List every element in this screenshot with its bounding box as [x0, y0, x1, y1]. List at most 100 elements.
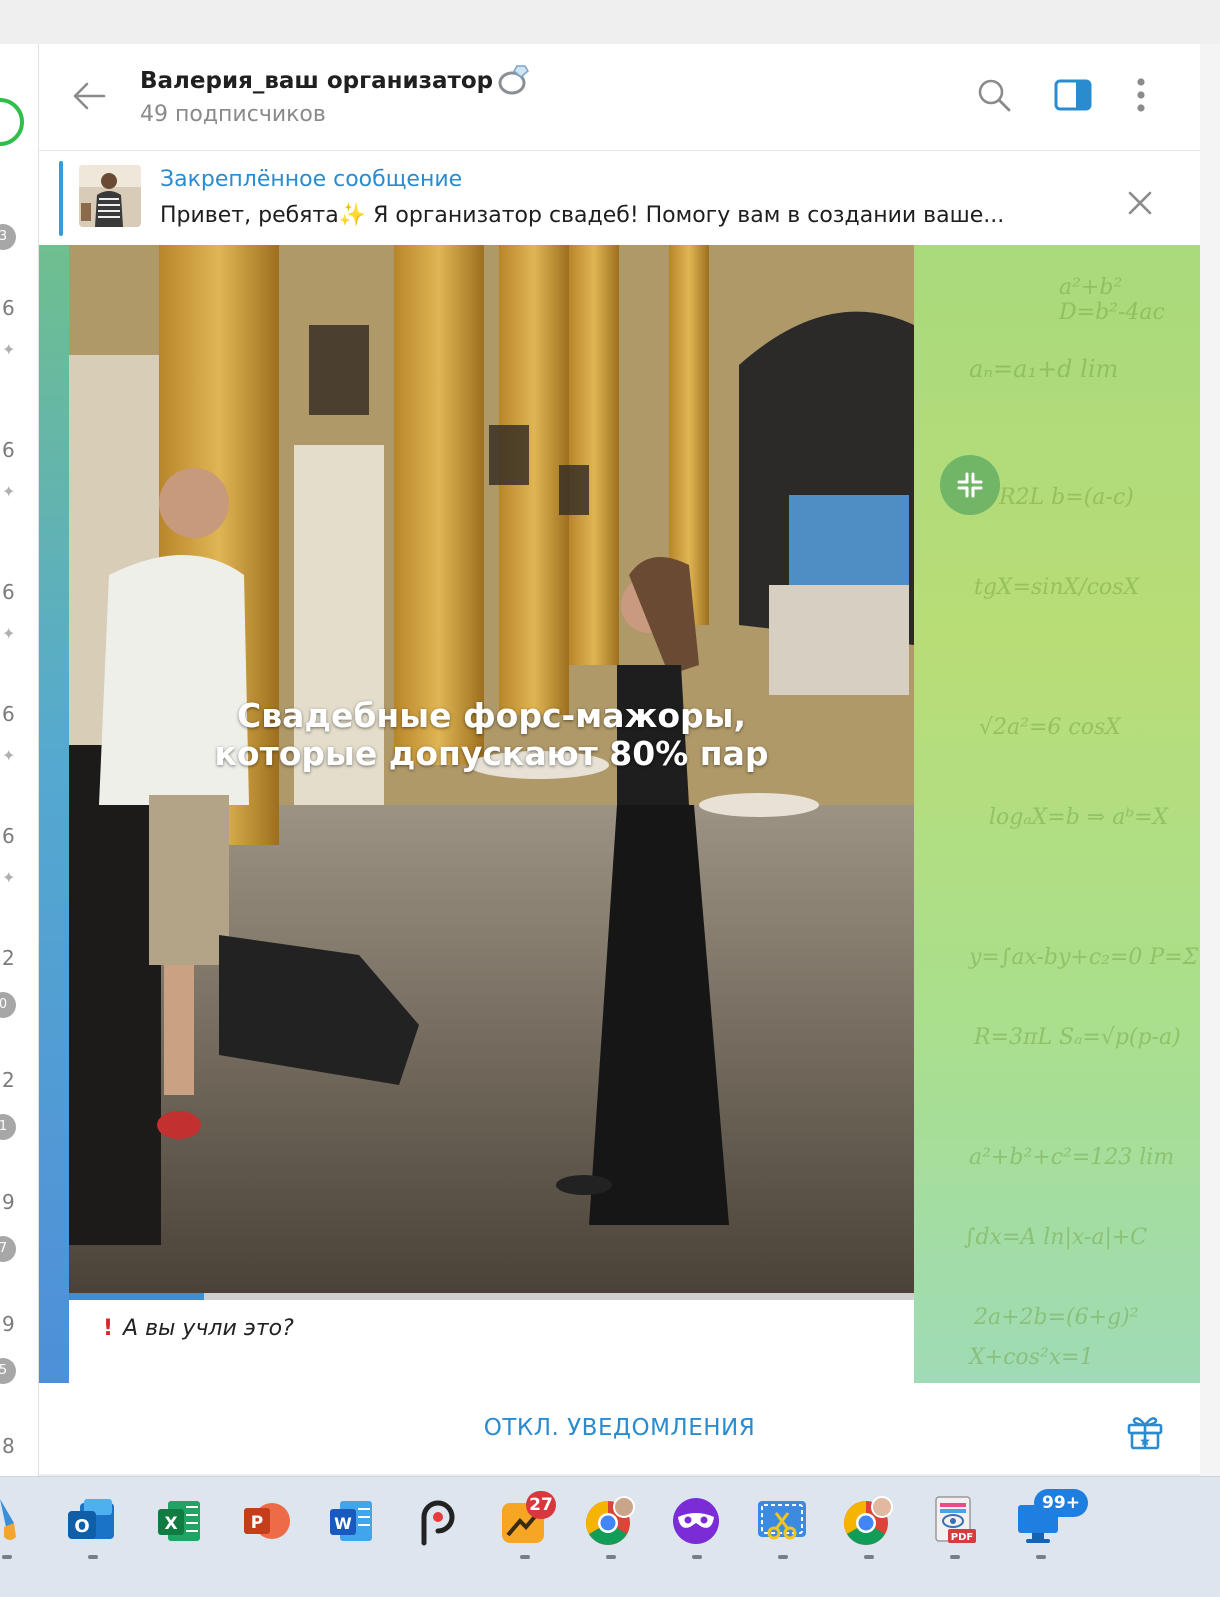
scissors-icon	[758, 1501, 806, 1540]
excel-icon: X	[158, 1501, 200, 1541]
back-arrow-icon	[73, 82, 106, 110]
message-text: А вы учли это?	[123, 1316, 294, 1341]
svg-text:PDF: PDF	[951, 1532, 973, 1543]
notification-badge: 27	[526, 1491, 556, 1519]
background-left-strip	[39, 245, 69, 1383]
gift-icon	[1127, 1417, 1163, 1450]
taskbar: O X P W 27 PDF 99+	[0, 1476, 1220, 1597]
unread-badge: 7	[0, 1236, 16, 1262]
pin-icon: ✦	[2, 340, 16, 359]
taskbar-vpn-app[interactable]	[668, 1493, 724, 1549]
close-icon	[1128, 191, 1152, 215]
doodle: √2a²=6 cosX	[979, 715, 1121, 740]
running-indicator	[864, 1555, 874, 1559]
running-indicator	[1036, 1555, 1046, 1559]
unread-badge: 3	[0, 224, 16, 250]
running-indicator	[606, 1555, 616, 1559]
taskbar-picsart[interactable]	[410, 1493, 466, 1549]
chat-time: 6	[2, 438, 15, 462]
sidebar-toggle-button[interactable]	[1052, 74, 1094, 116]
svg-text:X: X	[164, 1514, 177, 1534]
doodle: X+cos²x=1	[969, 1345, 1094, 1370]
sparkles-icon: ✨	[338, 203, 367, 228]
chat-list-avatar[interactable]	[0, 98, 24, 146]
running-indicator	[778, 1555, 788, 1559]
sidebar-toggle-icon	[1054, 79, 1092, 111]
doodle: R2L b=(a-c)	[999, 485, 1134, 510]
taskbar-powerpoint[interactable]: P	[238, 1493, 294, 1549]
video-progress-bar[interactable]	[69, 1293, 914, 1300]
running-indicator	[950, 1555, 960, 1559]
chat-time: 6	[2, 580, 15, 604]
taskbar-chrome-profile-1[interactable]	[582, 1493, 638, 1549]
unread-badge: 0	[0, 992, 16, 1018]
chat-list-pane[interactable]: 3 6 ✦ 6 ✦ 6 ✦ 6 ✦ 6 ✦ 2 0 2 1 9 7 9 5 8	[0, 44, 39, 1500]
chat-time: 6	[2, 702, 15, 726]
chat-time: 2	[2, 1068, 15, 1092]
taskbar-word[interactable]: W	[324, 1493, 380, 1549]
window-top-strip	[0, 0, 1220, 44]
chrome-icon	[844, 1496, 893, 1545]
pinned-message-bar[interactable]: Закреплённое сообщение Привет, ребята✨ Я…	[39, 151, 1200, 245]
bottom-bar: ОТКЛ. УВЕДОМЛЕНИЯ	[39, 1383, 1200, 1474]
taskbar-snipping-tool[interactable]	[754, 1493, 810, 1549]
chat-time: 8	[2, 1434, 15, 1458]
running-indicator	[88, 1555, 98, 1559]
running-indicator	[2, 1555, 12, 1559]
pinned-text-part: Я организатор свадеб! Помогу вам в созда…	[366, 203, 1005, 228]
ring-icon	[497, 62, 533, 100]
pin-icon: ✦	[2, 482, 16, 501]
right-edge-pane	[1200, 44, 1220, 1500]
back-button[interactable]	[69, 76, 109, 116]
exclamation-icon: !	[103, 1316, 114, 1341]
running-indicator	[692, 1555, 702, 1559]
pdf-icon: PDF	[935, 1496, 976, 1543]
unread-badge: 1	[0, 1114, 16, 1140]
video-caption-line-2: которые допускают 80% пар	[214, 734, 769, 773]
notification-badge: 99+	[1034, 1489, 1088, 1517]
doodle: a²+b²+c²=123 lim	[969, 1145, 1175, 1170]
doodle: y=∫ax-by+c₂=0 P=Σ	[969, 945, 1199, 970]
doodle: logₐX=b ⇒ aᵇ=X	[989, 805, 1169, 830]
video-progress-fill	[69, 1293, 205, 1300]
pin-icon: ✦	[2, 624, 16, 643]
chrome-icon	[586, 1496, 635, 1545]
paint-brush-icon	[0, 1499, 16, 1540]
outlook-icon: O	[68, 1499, 114, 1539]
close-pinned-button[interactable]	[1122, 185, 1158, 221]
chat-time: 6	[2, 296, 15, 320]
channel-title-row[interactable]: Валерия_ваш организатор	[140, 62, 533, 100]
pin-icon: ✦	[2, 746, 16, 765]
more-vert-icon	[1137, 78, 1145, 112]
taskbar-excel[interactable]: X	[152, 1493, 208, 1549]
mute-notifications-button[interactable]: ОТКЛ. УВЕДОМЛЕНИЯ	[39, 1383, 1200, 1474]
doodle: a²+b² D=b²-4ac	[1059, 275, 1165, 325]
more-options-button[interactable]	[1120, 74, 1162, 116]
doodle: ∫dx=A ln|x-a|+C	[964, 1225, 1148, 1250]
pinned-text: Привет, ребята✨ Я организатор свадеб! По…	[160, 203, 1004, 228]
chat-time: 2	[2, 946, 15, 970]
message-caption: ! А вы учли это?	[69, 1300, 914, 1383]
chat-time: 9	[2, 1190, 15, 1214]
chat-time: 9	[2, 1312, 15, 1336]
taskbar-pdf-viewer[interactable]: PDF	[926, 1493, 982, 1549]
taskbar-paint-app[interactable]	[0, 1493, 36, 1549]
pinned-title: Закреплённое сообщение	[160, 167, 463, 192]
video-player[interactable]: Свадебные форс-мажоры, которые допускают…	[69, 245, 914, 1293]
minimize-video-button[interactable]	[940, 455, 1000, 515]
taskbar-outlook[interactable]: O	[64, 1493, 120, 1549]
word-icon: W	[330, 1501, 372, 1541]
svg-text:P: P	[251, 1513, 263, 1533]
pin-icon: ✦	[2, 868, 16, 887]
doodle: tgX=sinX/cosX	[974, 575, 1140, 600]
chat-time: 6	[2, 824, 15, 848]
search-button[interactable]	[973, 74, 1015, 116]
powerpoint-icon: P	[244, 1503, 290, 1539]
chat-background: a²+b² D=b²-4ac aₙ=a₁+d lim R2L b=(a-c) t…	[39, 245, 1200, 1383]
pinned-text-part: Привет, ребята	[160, 203, 339, 228]
taskbar-chrome-profile-2[interactable]	[840, 1493, 896, 1549]
gift-button[interactable]	[1125, 1411, 1165, 1451]
chat-panel: Валерия_ваш организатор 49 подписчиков З…	[39, 44, 1200, 1474]
svg-text:O: O	[74, 1516, 89, 1537]
minimize-icon	[957, 472, 983, 498]
